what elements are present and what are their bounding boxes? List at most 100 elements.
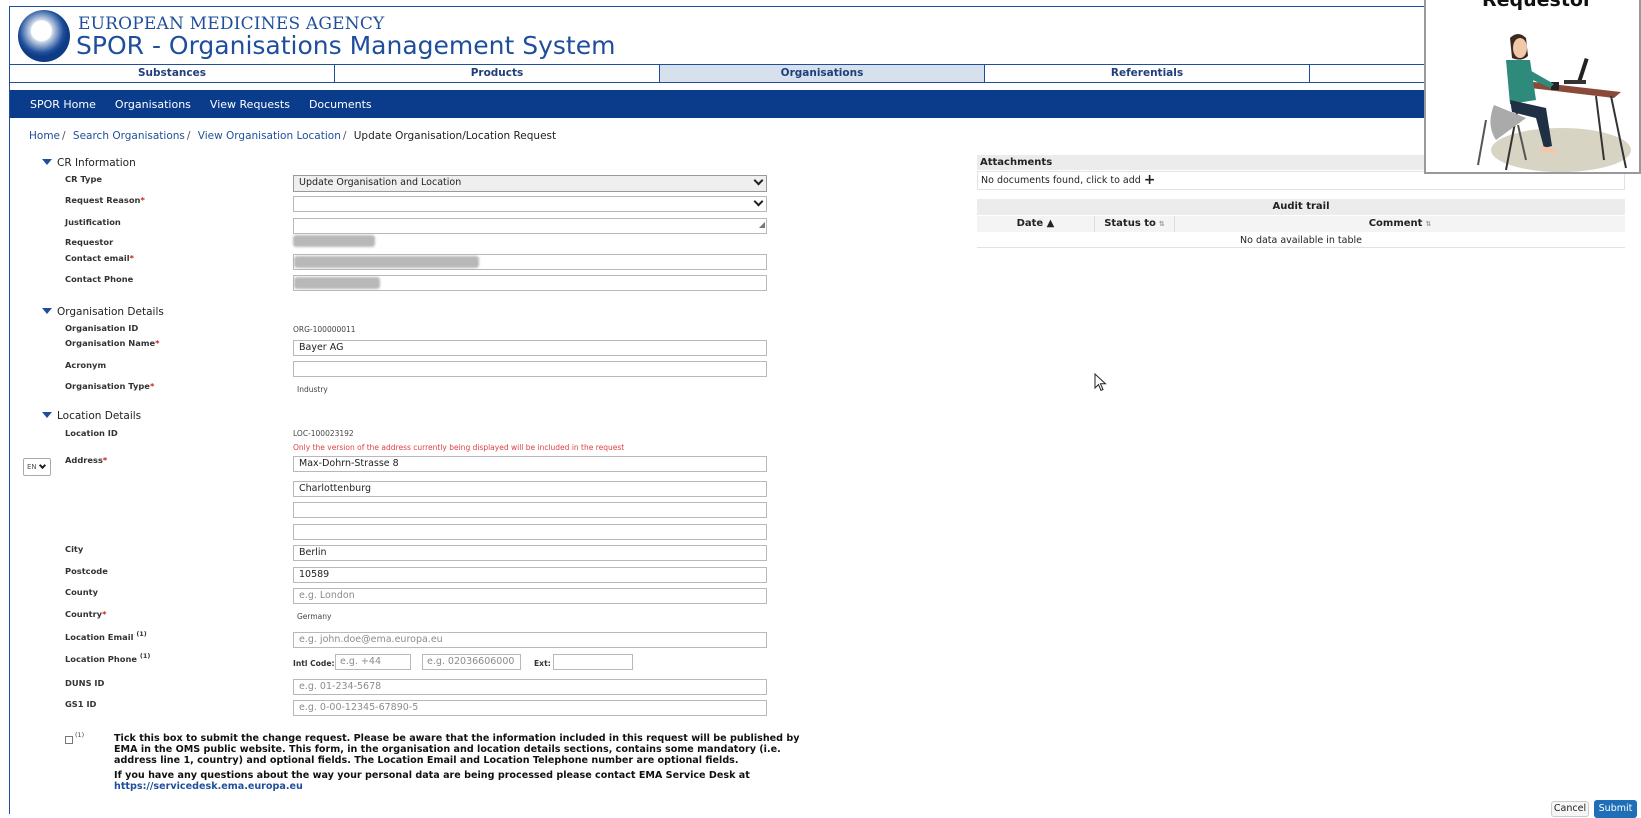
page-frame: [9, 6, 1641, 814]
tab-referentials[interactable]: Referentials: [985, 65, 1310, 82]
nav-view-requests[interactable]: View Requests: [210, 98, 290, 111]
location-id-label: Location ID: [65, 428, 118, 438]
extension-input[interactable]: [553, 654, 633, 670]
servicedesk-link[interactable]: https://servicedesk.ema.europa.eu: [114, 781, 303, 792]
requestor-label: Requestor: [65, 237, 114, 247]
sort-icon: ⇅: [1425, 220, 1432, 228]
app-title: SPOR - Organisations Management System: [76, 31, 616, 60]
chevron-down-icon: [753, 175, 764, 186]
chevron-down-icon: [38, 461, 47, 470]
address-line-3-input[interactable]: [293, 502, 767, 518]
nav-spor-home[interactable]: SPOR Home: [30, 98, 96, 111]
address-line-2-input[interactable]: Charlottenburg: [293, 481, 767, 497]
breadcrumb-current: Update Organisation/Location Request: [353, 130, 557, 142]
request-reason-select[interactable]: [293, 196, 767, 212]
postcode-input[interactable]: 10589: [293, 567, 767, 583]
requestor-card-title: Requestor: [1482, 0, 1593, 11]
add-attachment-icon[interactable]: +: [1144, 172, 1156, 188]
contact-email-redacted: [294, 256, 479, 268]
intl-code-input[interactable]: e.g. +44: [335, 654, 411, 670]
justification-textarea[interactable]: ◢: [293, 218, 767, 234]
attachments-empty-text: No documents found, click to add: [981, 175, 1141, 186]
organisation-type-label: Organisation Type*: [65, 381, 155, 391]
ema-logo: [18, 10, 70, 62]
collapse-triangle-icon: [42, 159, 52, 165]
gs1-id-input[interactable]: e.g. 0-00-12345-67890-5: [293, 700, 767, 716]
consent-footnote-mark: (1): [75, 731, 85, 739]
phone-number-input[interactable]: e.g. 02036606000: [422, 654, 521, 670]
contact-email-label: Contact email*: [65, 253, 134, 263]
intl-code-label: Intl Code:: [293, 659, 335, 668]
chevron-down-icon: [753, 196, 764, 207]
audit-trail-title: Audit trail: [977, 199, 1625, 215]
mouse-cursor-icon: [1094, 373, 1107, 392]
consent-notice: Tick this box to submit the change reque…: [114, 733, 800, 766]
submit-consent-checkbox[interactable]: [65, 736, 73, 744]
county-label: County: [65, 587, 98, 597]
breadcrumb-sep: /: [62, 130, 66, 142]
organisation-name-input[interactable]: Bayer AG: [293, 340, 767, 356]
person-at-desk-illustration: [1477, 34, 1631, 172]
address-line-4-input[interactable]: [293, 524, 767, 540]
location-details-toggle[interactable]: Location Details: [42, 410, 141, 422]
secondary-nav: SPOR Home Organisations View Requests Do…: [10, 90, 1641, 118]
location-email-label: Location Email (1): [65, 630, 147, 642]
justification-label: Justification: [65, 217, 121, 227]
duns-id-label: DUNS ID: [65, 678, 105, 688]
audit-trail-header: Date ▲ Status to ⇅ Comment ⇅: [977, 216, 1625, 232]
breadcrumb-view-location[interactable]: View Organisation Location: [198, 130, 341, 142]
address-label: Address*: [65, 455, 108, 465]
cr-type-label: CR Type: [65, 174, 103, 184]
data-protection-text: If you have any questions about the way …: [114, 770, 750, 781]
sort-icon: ⇅: [1158, 220, 1165, 228]
organisation-id-label: Organisation ID: [65, 323, 139, 333]
submit-button[interactable]: Submit: [1594, 800, 1637, 818]
city-input[interactable]: Berlin: [293, 545, 767, 561]
data-protection-notice: If you have any questions about the way …: [114, 770, 750, 792]
resize-handle-icon[interactable]: ◢: [759, 218, 765, 232]
nav-documents[interactable]: Documents: [309, 98, 372, 111]
address-line-1-input[interactable]: Max-Dohrn-Strasse 8: [293, 456, 767, 472]
county-input[interactable]: e.g. London: [293, 588, 767, 604]
audit-col-status[interactable]: Status to ⇅: [1095, 216, 1175, 232]
organisation-details-toggle[interactable]: Organisation Details: [42, 306, 164, 318]
location-id-value: LOC-100023192: [293, 429, 354, 438]
cr-type-select[interactable]: Update Organisation and Location: [293, 175, 767, 192]
organisation-name-label: Organisation Name*: [65, 338, 160, 348]
address-version-warning: Only the version of the address currentl…: [293, 443, 625, 452]
breadcrumb-home[interactable]: Home: [29, 130, 60, 142]
contact-phone-redacted: [294, 277, 380, 289]
organisation-id-value: ORG-100000011: [293, 325, 356, 334]
country-label: Country*: [65, 609, 107, 619]
gs1-id-label: GS1 ID: [65, 699, 97, 709]
organisation-type-value: Industry: [297, 385, 328, 394]
cr-information-toggle[interactable]: CR Information: [42, 157, 136, 169]
audit-trail-empty: No data available in table: [977, 233, 1625, 248]
acronym-label: Acronym: [65, 360, 107, 370]
audit-col-comment[interactable]: Comment ⇅: [1175, 216, 1625, 232]
main-tabs: Substances Products Organisations Refere…: [10, 64, 1641, 83]
postcode-label: Postcode: [65, 566, 108, 576]
tab-organisations[interactable]: Organisations: [660, 65, 985, 82]
breadcrumb: Home / Search Organisations / View Organis…: [29, 130, 556, 142]
ext-label: Ext:: [534, 659, 551, 668]
breadcrumb-search-organisations[interactable]: Search Organisations: [73, 130, 185, 142]
duns-id-input[interactable]: e.g. 01-234-5678: [293, 679, 767, 695]
country-value: Germany: [297, 612, 332, 621]
location-email-input[interactable]: e.g. john.doe@ema.europa.eu: [293, 632, 767, 648]
language-select[interactable]: EN: [23, 458, 51, 476]
tab-products[interactable]: Products: [335, 65, 660, 82]
acronym-input[interactable]: [293, 361, 767, 377]
tab-substances[interactable]: Substances: [10, 65, 335, 82]
request-reason-label: Request Reason*: [65, 195, 145, 205]
breadcrumb-sep: /: [342, 130, 347, 142]
breadcrumb-sep: /: [186, 130, 191, 142]
requestor-card: Requestor: [1424, 0, 1641, 174]
collapse-triangle-icon: [42, 308, 52, 314]
contact-phone-label: Contact Phone: [65, 274, 134, 284]
audit-col-date[interactable]: Date ▲: [977, 216, 1095, 232]
nav-organisations[interactable]: Organisations: [115, 98, 191, 111]
location-phone-label: Location Phone (1): [65, 652, 151, 664]
cancel-button[interactable]: Cancel: [1551, 801, 1589, 817]
city-label: City: [65, 544, 84, 554]
